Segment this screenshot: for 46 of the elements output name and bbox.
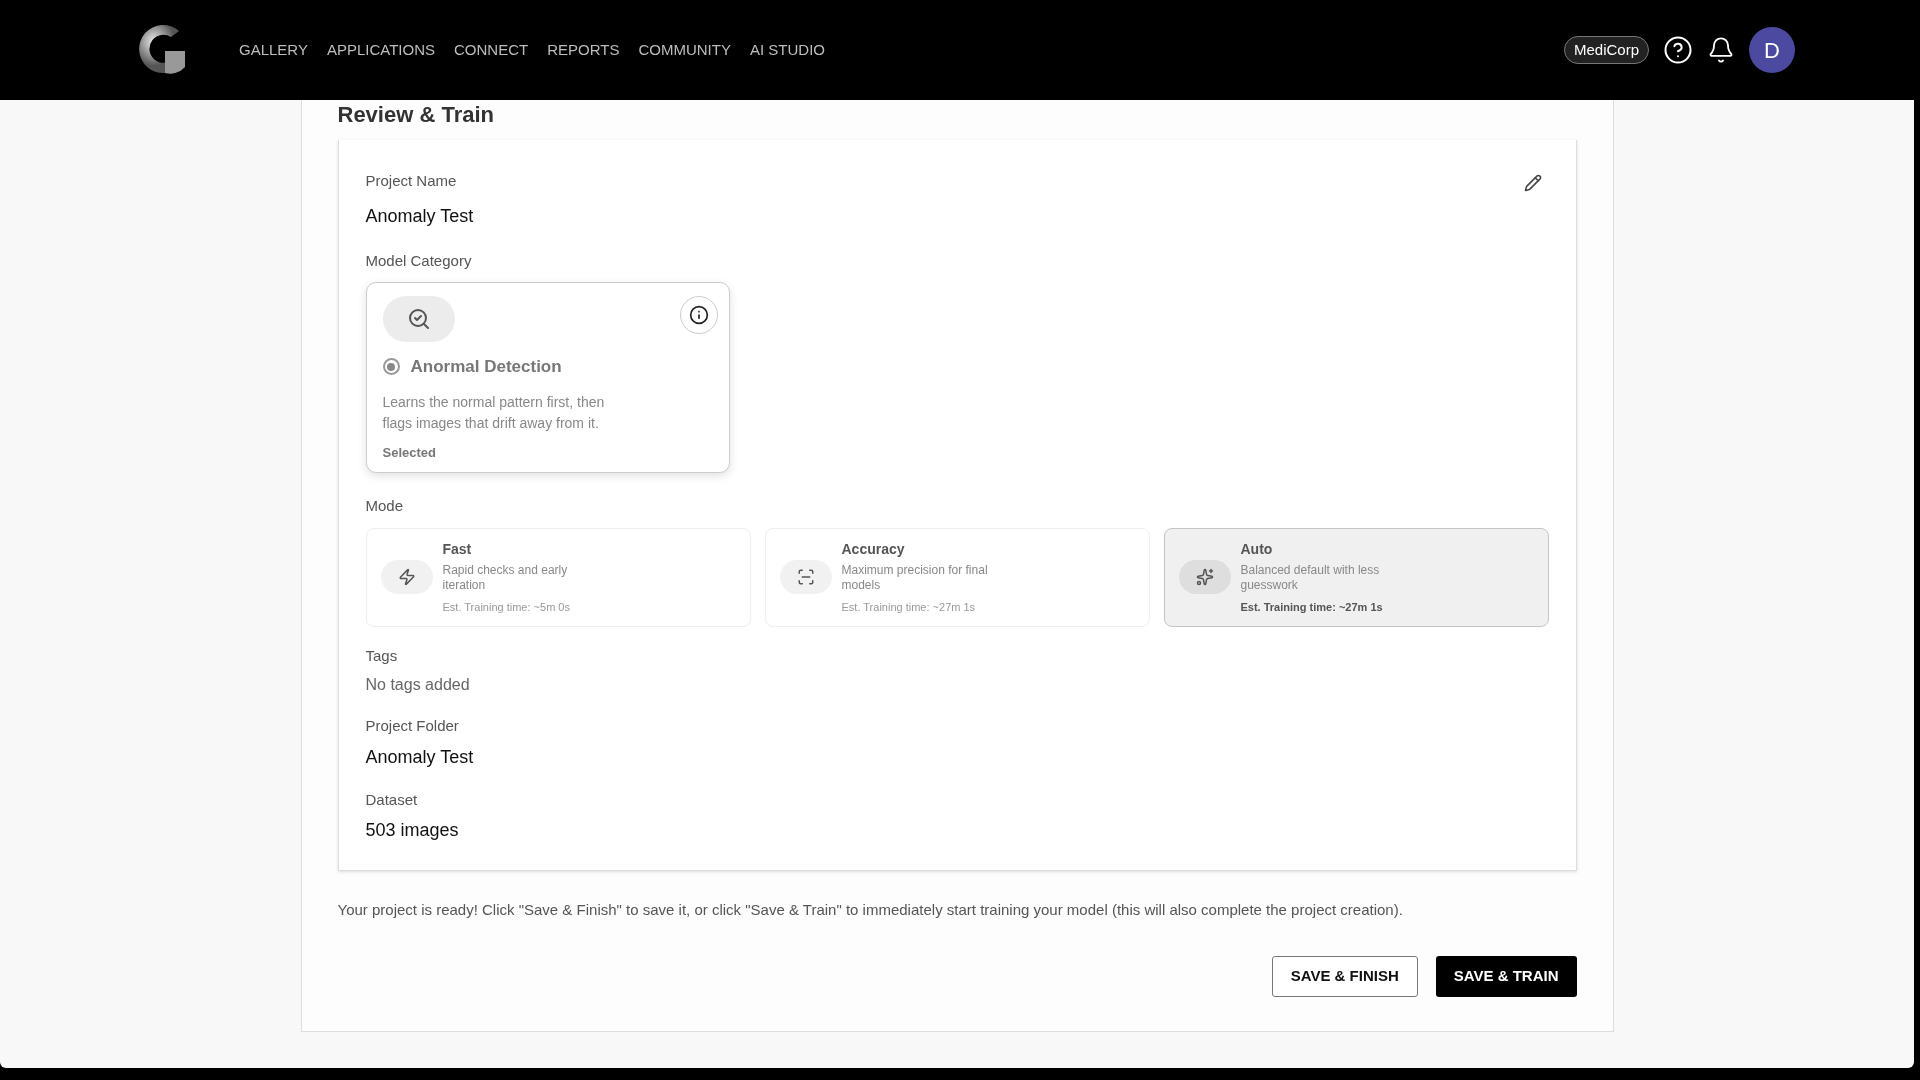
user-avatar[interactable]: D (1749, 27, 1795, 73)
mode-description: Balanced default with less guesswork (1240, 562, 1381, 593)
nav-link[interactable]: AI STUDIO (749, 38, 825, 62)
mode-description: Maximum precision for final models (841, 562, 989, 593)
nav-link[interactable]: REPORTS (547, 38, 620, 62)
nav-link[interactable]: CONNECT (454, 38, 529, 62)
save-and-train-button[interactable]: SAVE & TRAIN (1435, 955, 1577, 997)
info-icon (688, 305, 709, 325)
edit-icon[interactable] (1523, 174, 1542, 192)
mode-title: Accuracy (841, 539, 906, 559)
field-label: Project Name (365, 171, 457, 191)
mode-card[interactable]: Fast Rapid checks and early iteration Est. Training time: ~5m 0s (365, 527, 751, 627)
mode-card[interactable]: Accuracy Maximum precision for final models Est. Training time: ~27m 1s (764, 527, 1150, 627)
category-card[interactable]: Anormal Detection Learns the normal pattern first, then flags images that drift away from it. Selected (365, 282, 730, 473)
ready-message: Your project is ready! Click "Save & Finish" to save it, or click "Save & Train" to immediately start training your model (this will also complete the project creation). (337, 900, 1404, 920)
category-title: Anormal Detection (410, 356, 562, 378)
organization-badge[interactable]: MediCorp (1563, 35, 1649, 65)
mode-description: Rapid checks and early iteration (442, 562, 569, 593)
save-and-finish-button[interactable]: SAVE & FINISH (1271, 955, 1418, 997)
mode-card[interactable]: Auto Balanced default with less guesswork Est. Training time: ~27m 1s (1163, 527, 1549, 627)
training-time: Est. Training time: ~27m 1s (841, 599, 977, 615)
category-description: Learns the normal pattern first, then flags images that drift away from it. (382, 392, 606, 433)
field-value: Anomaly Test (365, 745, 475, 769)
mode-title: Fast (442, 539, 473, 559)
field-label: Project Folder (365, 716, 460, 736)
bolt-icon (397, 568, 416, 586)
nav-link[interactable]: COMMUNITY (638, 38, 731, 62)
nav-link[interactable]: APPLICATIONS (326, 38, 436, 62)
mode-title: Auto (1240, 539, 1274, 559)
training-time: Est. Training time: ~27m 1s (1240, 599, 1384, 615)
field-label: Dataset (365, 789, 419, 810)
field-label: Mode (365, 496, 405, 516)
field-label: Model Category (365, 250, 473, 271)
training-time: Est. Training time: ~5m 0s (442, 599, 571, 615)
field-value: Anomaly Test (365, 204, 475, 228)
nav-link[interactable]: GALLERY (239, 38, 308, 62)
notifications-icon[interactable] (1707, 36, 1735, 64)
field-value: No tags added (365, 675, 471, 695)
page-title: Review & Train (337, 102, 495, 128)
sparkles-icon (1195, 568, 1214, 586)
help-icon[interactable] (1663, 35, 1693, 65)
field-value: 503 images (365, 819, 460, 842)
category-status: Selected (382, 443, 437, 462)
focus-icon (796, 568, 815, 586)
field-label: Tags (365, 645, 399, 666)
radio-button[interactable] (382, 358, 400, 376)
